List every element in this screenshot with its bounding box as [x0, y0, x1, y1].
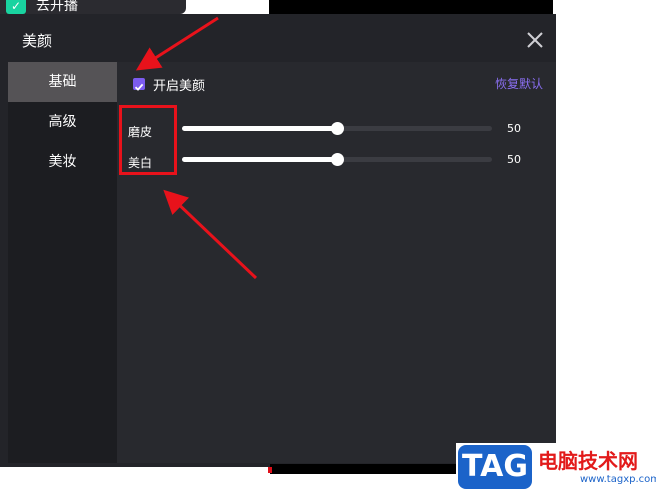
watermark-url: www.tagxp.com — [580, 474, 656, 485]
arrow-to-checkbox — [135, 16, 219, 71]
bottom-black-bar — [270, 464, 456, 474]
watermark-title: 电脑技术网 — [538, 449, 638, 473]
red-mark — [268, 467, 272, 473]
watermark-logo: TAG — [458, 445, 532, 489]
watermark: TAG 电脑技术网 www.tagxp.com — [456, 443, 656, 491]
arrow-to-labels — [163, 189, 258, 280]
annotation-arrows — [135, 16, 258, 280]
